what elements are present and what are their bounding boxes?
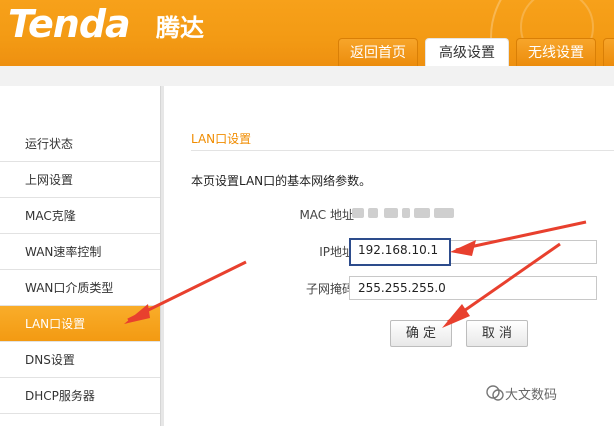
arrow-to-lan-menu xyxy=(124,260,247,324)
arrow-to-ip-field xyxy=(450,220,587,256)
arrow-to-confirm-button xyxy=(442,242,561,328)
annotation-arrows xyxy=(124,220,587,328)
watermark-text: 大文数码 xyxy=(505,388,558,403)
wechat-icon xyxy=(486,385,504,401)
